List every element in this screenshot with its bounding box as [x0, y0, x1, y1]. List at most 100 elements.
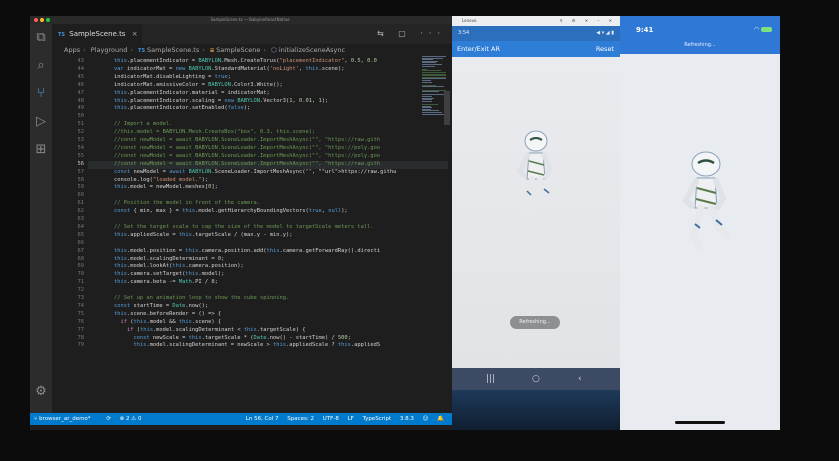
code-line[interactable]: if (this.model.scalingDeterminant < this…: [88, 327, 306, 335]
line-number: 55: [77, 152, 85, 159]
code-line[interactable]: this.placementIndicator = BABYLON.Mesh.C…: [88, 58, 377, 66]
breadcrumb-item[interactable]: SampleScene.ts: [147, 46, 199, 54]
code-line[interactable]: this.model.position = this.camera.positi…: [88, 248, 380, 256]
code-line[interactable]: this.camera.beta -= Math.PI / 8;: [88, 279, 218, 287]
android-emulator: Lenovo ⚲ ⚙ ✕ – ✕ 3:54 ◀ ▾ ◢ ▮ Enter/Exit…: [452, 16, 620, 430]
line-number: 65: [77, 231, 85, 238]
ts-version[interactable]: 3.8.3: [400, 416, 414, 422]
code-line[interactable]: indicatorMat.emissiveColor = BABYLON.Col…: [88, 82, 283, 90]
line-number: 76: [77, 318, 85, 325]
code-line[interactable]: // Set the target scale to cap the size …: [88, 224, 374, 232]
method-icon: ⬡: [271, 46, 277, 54]
enter-exit-ar-button[interactable]: Enter/Exit AR: [457, 45, 500, 53]
ts-icon: TS: [138, 48, 146, 54]
reset-button[interactable]: Reset: [596, 41, 614, 57]
code-line[interactable]: //const newModel = await BABYLON.SceneLo…: [88, 160, 448, 169]
status-icons: ◀ ▾ ◢ ▮: [596, 30, 614, 36]
ios-simulator: 9:41 ◠ Refreshing...: [620, 16, 780, 430]
typescript-file-icon: TS: [58, 32, 66, 38]
branch-indicator[interactable]: ⑂ browser_ar_demo*: [34, 416, 98, 422]
breadcrumb-item[interactable]: SampleScene: [216, 46, 260, 54]
editor-actions[interactable]: ⇆ ▢ ···: [377, 24, 446, 44]
minimap-line: [422, 65, 435, 67]
indentation[interactable]: Spaces: 2: [287, 416, 314, 422]
code-line[interactable]: this.placementIndicator.material = indic…: [88, 90, 270, 98]
line-ending[interactable]: LF: [348, 416, 354, 422]
code-line[interactable]: //const newModel = await BABYLON.SceneLo…: [88, 137, 380, 145]
line-number: 58: [77, 176, 85, 183]
code-line[interactable]: // Import a model.: [88, 121, 172, 129]
line-number: 50: [77, 113, 85, 120]
editor-scrollbar[interactable]: [444, 91, 450, 125]
code-line[interactable]: this.scene.beforeRender = () => {: [88, 311, 221, 319]
code-line[interactable]: this.placementIndicator.scaling = new BA…: [88, 98, 328, 106]
code-line[interactable]: indicatorMat.disableLighting = true;: [88, 74, 231, 82]
breadcrumb-item[interactable]: Playground: [91, 46, 128, 54]
code-editor[interactable]: this.placementIndicator = BABYLON.Mesh.C…: [88, 56, 448, 413]
line-number: 59: [77, 184, 85, 191]
code-line[interactable]: //this.model = BABYLON.Mesh.CreateBox("b…: [88, 129, 315, 137]
code-line[interactable]: const { min, max } = this.model.getHiera…: [88, 208, 348, 216]
refreshing-toast: Refreshing...: [510, 316, 560, 329]
settings-gear-icon[interactable]: ⚙: [33, 384, 49, 400]
tab-samplescene[interactable]: TS SampleScene.ts ×: [52, 24, 142, 44]
recents-icon[interactable]: |||: [486, 368, 495, 390]
line-number: 60: [77, 192, 85, 199]
code-line[interactable]: this.appliedScale = this.targetScale / (…: [88, 232, 293, 240]
line-number: 67: [77, 247, 85, 254]
code-line[interactable]: this.model.lookAt(this.camera.position);: [88, 263, 244, 271]
close-window-icon[interactable]: [34, 18, 38, 22]
extensions-icon[interactable]: ⊞: [33, 142, 49, 158]
line-number: 43: [77, 58, 85, 64]
back-icon[interactable]: ‹: [578, 368, 582, 390]
language-mode[interactable]: TypeScript: [363, 416, 392, 422]
code-line[interactable]: const startTime = Date.now();: [88, 303, 208, 311]
line-number: 45: [77, 73, 85, 80]
line-number-gutter: 43 44 45 46 47 48 49 50 51 52 53 54 55 56 57 58 59 60 61 62…: [52, 56, 85, 413]
close-tab-icon[interactable]: ×: [132, 30, 138, 38]
home-indicator[interactable]: [675, 421, 725, 424]
feedback-icon[interactable]: ☺: [423, 416, 429, 422]
breadcrumb-item[interactable]: initializeSceneAsync: [279, 46, 345, 54]
code-line[interactable]: this.model = newModel.meshes[0];: [88, 184, 218, 192]
breadcrumb-item[interactable]: Apps: [64, 46, 80, 54]
encoding[interactable]: UTF-8: [323, 416, 339, 422]
line-number: 49: [77, 105, 85, 112]
battery-icon: [761, 27, 772, 32]
maximize-window-icon[interactable]: [46, 18, 50, 22]
code-line[interactable]: // Set up an animation loop to show the …: [88, 295, 289, 303]
home-icon[interactable]: ○: [532, 368, 540, 390]
minimap-line: [422, 113, 445, 115]
line-number: 66: [77, 239, 85, 246]
problems-indicator[interactable]: ⊗ 2 ⚠ 0: [120, 416, 142, 422]
code-line[interactable]: //const newModel = await BABYLON.SceneLo…: [88, 153, 380, 161]
code-line[interactable]: console.log("loaded model.");: [88, 177, 208, 185]
line-number: 54: [77, 144, 85, 151]
code-line[interactable]: //const newModel = await BABYLON.SceneLo…: [88, 145, 380, 153]
ios-robot-model: [682, 151, 732, 250]
emulator-controls[interactable]: ⚲ ⚙ ✕ – ✕: [560, 16, 616, 26]
code-line[interactable]: if (this.model && this.scene) {: [88, 319, 221, 327]
code-line[interactable]: const newScale = this.targetScale * (Dat…: [88, 335, 351, 343]
minimize-window-icon[interactable]: [40, 18, 44, 22]
code-line[interactable]: // Position the model in front of the ca…: [88, 200, 260, 208]
source-control-icon[interactable]: ⑂: [33, 86, 49, 102]
code-line[interactable]: this.camera.setTarget(this.model);: [88, 271, 224, 279]
cursor-position[interactable]: Ln 56, Col 7: [246, 416, 279, 422]
line-number: 78: [77, 334, 85, 341]
notifications-bell-icon[interactable]: 🔔: [437, 416, 444, 422]
code-line[interactable]: this.model.scalingDeterminant = newScale…: [88, 342, 380, 350]
line-number: 57: [77, 168, 85, 175]
minimap-line: [422, 100, 432, 102]
sync-icon[interactable]: ⟳: [106, 416, 111, 422]
files-icon[interactable]: ⧉: [33, 30, 49, 46]
code-line[interactable]: const newModel = await BABYLON.SceneLoad…: [88, 169, 396, 177]
code-line[interactable]: this.model.scalingDeterminant = 0;: [88, 256, 224, 264]
line-number: 47: [77, 89, 85, 96]
code-line[interactable]: var indicatorMat = new BABYLON.StandardM…: [88, 66, 345, 74]
line-number: 71: [77, 279, 85, 286]
code-line[interactable]: this.placementIndicator.setEnabled(false…: [88, 105, 250, 113]
run-debug-icon[interactable]: ▷: [33, 114, 49, 130]
search-icon[interactable]: ⌕: [33, 58, 49, 74]
class-icon: ⧆: [209, 46, 215, 54]
